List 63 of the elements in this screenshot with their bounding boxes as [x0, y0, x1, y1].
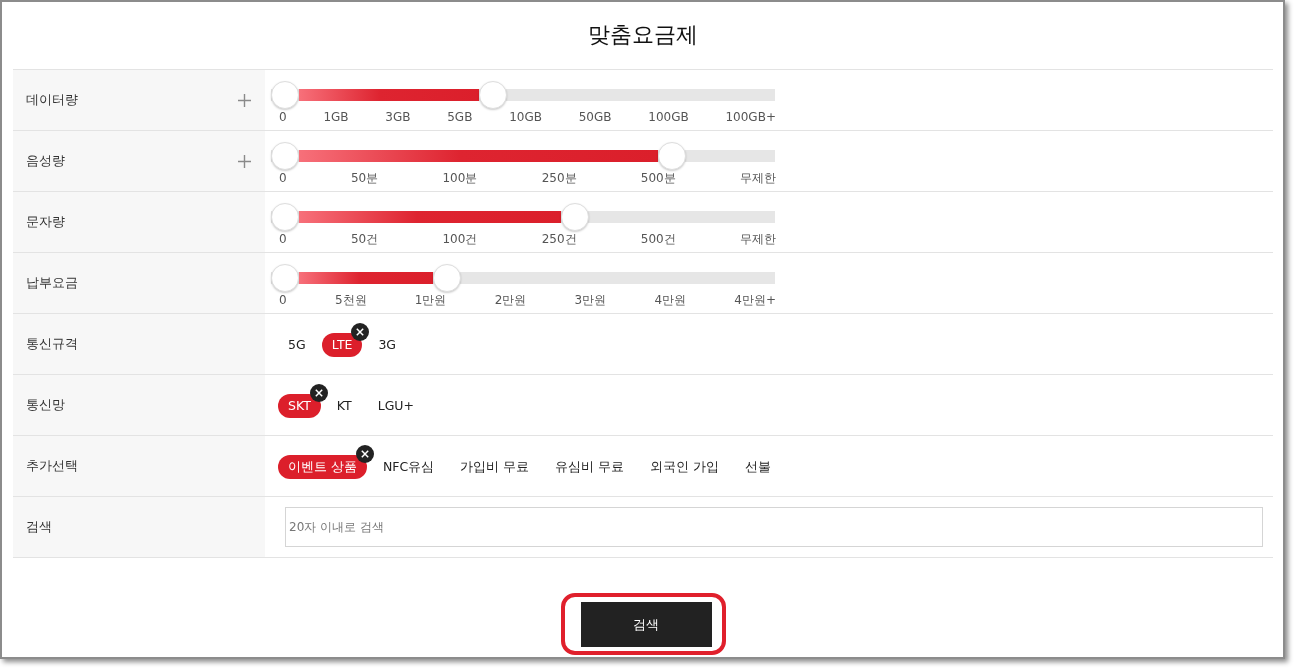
option-chip[interactable]: 3G: [368, 332, 407, 357]
search-field[interactable]: 20자 이내로 검색: [285, 507, 1263, 547]
tick-label: 50분: [350, 170, 379, 186]
option-chip[interactable]: LGU+: [367, 393, 424, 418]
page-title: 맞춤요금제: [588, 22, 698, 49]
slider-handle[interactable]: [271, 203, 299, 231]
tick-label: 3GB: [385, 109, 411, 125]
filter-label: 데이터량: [26, 91, 78, 110]
option-chip[interactable]: 외국인 가입: [640, 454, 730, 479]
tick-label: 100GB+: [725, 109, 776, 125]
tick-label: 0: [279, 292, 287, 308]
slider-handle[interactable]: [658, 142, 687, 170]
slider-handle[interactable]: [561, 203, 590, 231]
option-chip[interactable]: 이벤트 상품: [278, 454, 367, 479]
filter-label: 통신망: [26, 396, 65, 415]
tick-label: 0: [279, 231, 287, 247]
tick-label: 100분: [442, 170, 478, 186]
filter-label: 검색: [26, 518, 52, 537]
tick-label: 0: [279, 170, 287, 186]
tick-label: 0: [279, 109, 287, 125]
tick-label: 2만원: [494, 292, 527, 308]
option-chip[interactable]: 유심비 무료: [545, 454, 635, 479]
filter-label: 음성량: [26, 152, 65, 171]
tick-label: 50GB: [578, 109, 612, 125]
option-chip[interactable]: KT: [326, 393, 362, 418]
slider-handle[interactable]: [433, 264, 462, 292]
tick-label: 4만원+: [734, 292, 776, 308]
tick-label: 50건: [350, 231, 379, 247]
option-chip[interactable]: SKT: [278, 393, 321, 418]
tick-label: 10GB: [509, 109, 542, 125]
tick-label: 250분: [541, 170, 577, 186]
option-chip[interactable]: LTE: [321, 332, 363, 357]
option-chip[interactable]: 선불: [735, 454, 782, 479]
slider-handle[interactable]: [271, 142, 299, 170]
remove-icon[interactable]: [356, 444, 374, 463]
tick-label: 4만원: [654, 292, 686, 308]
tick-label: 1GB: [323, 109, 349, 125]
option-chip[interactable]: NFC유심: [373, 454, 445, 479]
plus-icon[interactable]: [238, 154, 251, 168]
tick-label: 무제한: [739, 170, 776, 186]
remove-icon[interactable]: [309, 383, 328, 402]
slider-handle[interactable]: [271, 264, 299, 292]
filter-label: 통신규격: [26, 335, 78, 354]
option-chip[interactable]: 5G: [278, 332, 316, 357]
plus-icon[interactable]: [238, 93, 251, 107]
slider-handle[interactable]: [271, 81, 299, 109]
filter-label: 납부요금: [26, 274, 78, 293]
slider-handle[interactable]: [479, 81, 508, 109]
tick-label: 무제한: [739, 231, 776, 247]
tick-label: 250건: [541, 231, 577, 247]
tick-label: 3만원: [574, 292, 607, 308]
tick-label: 100건: [442, 231, 478, 247]
search-button[interactable]: 검색: [580, 602, 712, 647]
option-chip[interactable]: 가입비 무료: [450, 454, 540, 479]
tick-label: 100GB: [648, 109, 689, 125]
filter-label: 추가선택: [26, 457, 78, 476]
tick-label: 1만원: [414, 292, 447, 308]
tick-label: 500건: [640, 231, 676, 247]
filter-label: 문자량: [26, 213, 65, 232]
remove-icon[interactable]: [351, 322, 370, 341]
tick-label: 5GB: [447, 109, 473, 125]
tick-label: 500분: [640, 170, 676, 186]
tick-label: 5천원: [334, 292, 367, 308]
